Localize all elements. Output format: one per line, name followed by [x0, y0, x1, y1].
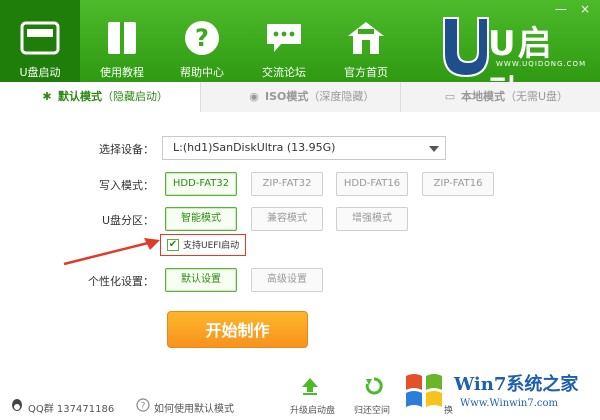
write-option-hdd-fat32[interactable]: HDD-FAT32: [165, 172, 237, 196]
tab-default-mode[interactable]: ✱ 默认模式（隐藏启动）: [0, 82, 200, 112]
nav-home[interactable]: 官方首页: [326, 0, 406, 82]
tools-icon: ✱: [42, 90, 52, 103]
logo-u-mark: [443, 17, 489, 78]
nav-usb-boot[interactable]: U盘启动: [0, 0, 80, 82]
book-icon: [108, 22, 136, 54]
tab-hint: （深度隐藏）: [308, 90, 375, 103]
watermark: Win7系统之家 Www.Winwin7.com: [400, 364, 600, 420]
usb-drive-icon: [20, 21, 60, 55]
chat-bubble-icon: [267, 24, 301, 52]
nav-help[interactable]: ? 帮助中心: [162, 0, 242, 82]
windows-flag-icon: [406, 374, 442, 407]
tab-hint: （隐藏启动）: [102, 90, 168, 103]
nav-label-home: 官方首页: [344, 66, 388, 79]
watermark-url: Www.Winwin7.com: [460, 398, 558, 409]
partition-option-compatible[interactable]: 兼容模式: [251, 207, 323, 231]
nav-label-forum: 交流论坛: [262, 66, 306, 79]
question-circle-icon: ?: [136, 398, 150, 412]
disc-icon: ◉: [249, 90, 259, 103]
write-option-zip-fat16[interactable]: ZIP-FAT16: [422, 172, 494, 196]
monitor-icon: ▭: [444, 90, 456, 103]
nav-label-usb-boot: U盘启动: [19, 66, 61, 79]
annotation-arrow: [63, 238, 160, 266]
device-select[interactable]: L:(hd1)SanDiskUltra (13.95G): [162, 136, 446, 160]
personalize-advanced[interactable]: 高级设置: [251, 268, 323, 292]
personalize-default[interactable]: 默认设置: [165, 268, 237, 292]
personalize-label: 个性化设置：: [88, 275, 154, 288]
tab-hint: （无需U盘）: [505, 90, 569, 103]
tab-iso-mode[interactable]: ◉ ISO模式（深度隐藏）: [200, 82, 400, 112]
uefi-checkbox[interactable]: ✔: [167, 239, 179, 251]
nav-forum[interactable]: 交流论坛: [244, 0, 324, 82]
chevron-down-icon[interactable]: [429, 146, 439, 152]
header-bar: U盘启动 使用教程 ? 帮助中心 交流论坛 官方首页 U启 WWW.UQIDON…: [0, 0, 600, 113]
partition-option-smart[interactable]: 智能模式: [165, 207, 237, 231]
uefi-option[interactable]: ✔ 支持UEFI启动: [160, 234, 246, 256]
tab-local-mode[interactable]: ▭ 本地模式（无需U盘）: [400, 82, 600, 112]
home-icon: [348, 22, 384, 54]
tab-label: 本地模式: [461, 90, 505, 103]
upgrade-arrow-icon[interactable]: [300, 376, 320, 396]
nav-label-help: 帮助中心: [180, 66, 224, 79]
tab-label: 默认模式: [58, 90, 102, 103]
write-mode-label: 写入模式：: [99, 179, 154, 192]
qq-group-text: QQ群 137471186: [28, 404, 115, 415]
nav-label-tutorial: 使用教程: [100, 66, 144, 79]
partition-label: U盘分区：: [101, 214, 154, 227]
qq-icon: [12, 399, 22, 411]
help-icon: ?: [185, 21, 219, 55]
minimize-button[interactable]: —: [552, 2, 570, 16]
write-option-hdd-fat16[interactable]: HDD-FAT16: [336, 172, 408, 196]
logo-url: WWW.UQIDONG.COM: [496, 60, 587, 68]
write-option-zip-fat32[interactable]: ZIP-FAT32: [251, 172, 323, 196]
howto-link[interactable]: 如何使用默认模式: [154, 400, 234, 415]
device-select-value: L:(hd1)SanDiskUltra (13.95G): [173, 141, 336, 154]
watermark-title: Win7系统之家: [454, 374, 579, 395]
svg-text:?: ?: [141, 402, 146, 412]
app-logo: U启动 WWW.UQIDONG.COM: [438, 14, 588, 113]
tab-label: ISO模式: [265, 90, 309, 103]
restore-label[interactable]: 归还空间: [354, 403, 390, 416]
mode-tabs: ✱ 默认模式（隐藏启动） ◉ ISO模式（深度隐藏） ▭ 本地模式（无需U盘）: [0, 82, 600, 112]
svg-text:?: ?: [195, 24, 209, 52]
nav-tutorial[interactable]: 使用教程: [82, 0, 162, 82]
partition-option-enhanced[interactable]: 增强模式: [336, 207, 408, 231]
close-button[interactable]: ×: [576, 2, 594, 16]
uefi-label: 支持UEFI启动: [183, 241, 240, 251]
restore-icon[interactable]: [364, 376, 384, 396]
start-button[interactable]: 开始制作: [167, 311, 308, 348]
device-label: 选择设备：: [99, 143, 154, 156]
upgrade-label[interactable]: 升级启动盘: [290, 403, 335, 416]
